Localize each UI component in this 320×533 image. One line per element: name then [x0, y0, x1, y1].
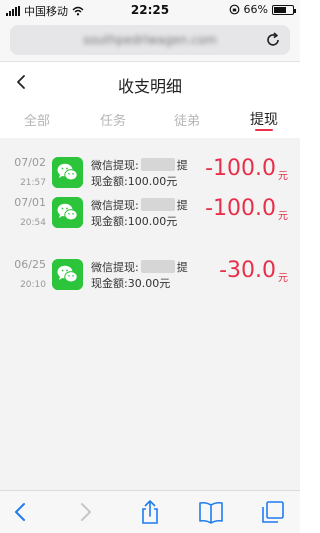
record-desc-prefix: 微信提现:	[91, 199, 139, 212]
record-date: 07/02	[14, 156, 46, 169]
record-amount: -100.0	[205, 196, 276, 221]
record-desc-prefix: 微信提现:	[91, 261, 139, 274]
battery-icon	[272, 4, 296, 15]
url-text[interactable]: southpedrlwagen.com	[70, 33, 230, 47]
active-tab-indicator	[255, 129, 273, 131]
page-header: 收支明细	[0, 62, 300, 102]
chevron-right-icon[interactable]	[72, 499, 98, 525]
battery-fill	[274, 6, 286, 13]
record-time: 20:10	[20, 280, 46, 290]
list-item[interactable]: 07/01 20:54 微信提现: 提 现金额:100.00元 -100.0 元	[0, 194, 300, 234]
tab-tasks[interactable]: 任务	[83, 110, 143, 129]
reload-icon[interactable]	[264, 31, 282, 49]
status-bar: 中国移动 22:25 66%	[0, 0, 300, 20]
list-item[interactable]: 07/02 21:57 微信提现: 提 现金额:100.00元 -100.0 元	[0, 154, 300, 194]
record-date: 06/25	[14, 258, 46, 271]
page-title: 收支明细	[117, 77, 182, 96]
record-date: 07/01	[14, 196, 46, 209]
tabs-icon[interactable]	[260, 499, 286, 525]
filter-tabs: 全部 任务 徒弟 提现	[0, 104, 300, 134]
record-amount: -30.0	[219, 258, 276, 283]
status-right: 66%	[229, 3, 296, 16]
record-time: 21:57	[20, 178, 46, 188]
record-unit: 元	[278, 171, 288, 182]
record-time: 20:54	[20, 218, 46, 228]
address-bar[interactable]: southpedrlwagen.com	[10, 25, 290, 55]
redacted-account	[140, 198, 175, 211]
list-item[interactable]: 06/25 20:10 微信提现: 提 现金额:30.00元 -30.0 元	[0, 256, 300, 296]
tab-all[interactable]: 全部	[7, 110, 67, 129]
tab-withdraw[interactable]: 提现	[234, 109, 294, 129]
record-unit: 元	[278, 211, 288, 222]
wechat-icon	[52, 259, 83, 290]
share-icon[interactable]	[137, 499, 163, 525]
redacted-account	[140, 260, 175, 273]
record-amount: -100.0	[205, 156, 276, 181]
chevron-left-icon[interactable]	[8, 499, 34, 525]
record-desc-line2: 现金额:100.00元	[91, 215, 178, 228]
book-icon[interactable]	[198, 499, 224, 525]
wechat-icon	[52, 197, 83, 228]
records-list: 07/02 21:57 微信提现: 提 现金额:100.00元 -100.0 元 …	[0, 138, 300, 490]
record-desc-prefix: 微信提现:	[91, 159, 139, 172]
orientation-lock-icon	[229, 4, 239, 15]
record-desc-line1: 微信提现: 提	[91, 197, 188, 213]
record-desc-line2: 现金额:100.00元	[91, 175, 178, 188]
record-desc-suffix: 提	[176, 261, 188, 274]
record-desc-line1: 微信提现: 提	[91, 259, 188, 275]
tab-apprentice[interactable]: 徒弟	[157, 110, 217, 129]
redacted-account	[140, 158, 175, 171]
record-desc-suffix: 提	[176, 199, 188, 212]
record-unit: 元	[278, 273, 288, 284]
browser-bottom-toolbar	[0, 490, 300, 533]
record-desc-line1: 微信提现: 提	[91, 157, 188, 173]
record-desc-suffix: 提	[176, 159, 188, 172]
battery-percent: 66%	[243, 3, 268, 16]
wechat-icon	[52, 157, 83, 188]
record-desc-line2: 现金额:30.00元	[91, 277, 171, 290]
browser-toolbar: southpedrlwagen.com	[0, 20, 300, 62]
